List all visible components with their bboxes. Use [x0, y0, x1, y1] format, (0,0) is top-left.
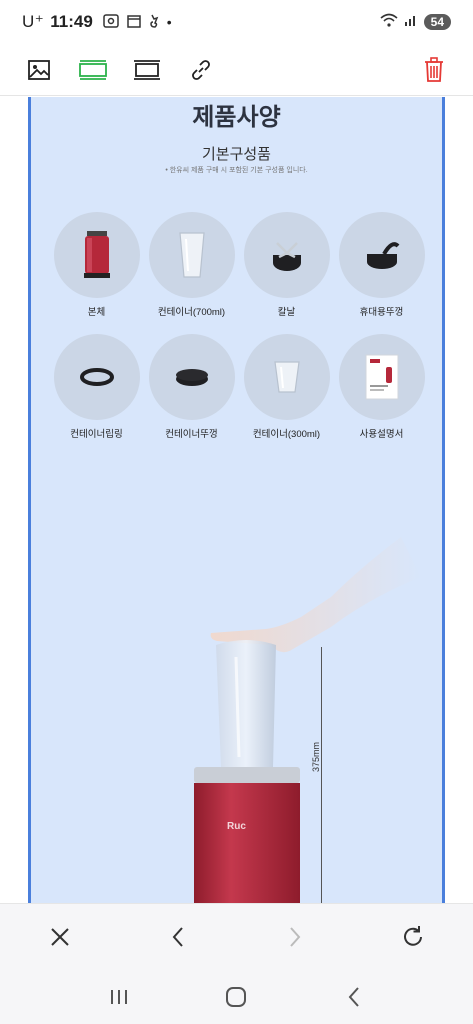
component-item: 본체 [49, 212, 144, 320]
section-subtitle: 기본구성품 [201, 146, 271, 163]
product-spec-image: 제품사양 기본구성품 • 한유씨 제품 구매 시 포함된 기본 구성품 입니다.… [28, 97, 445, 903]
component-item: 컨테이너립링 [49, 334, 144, 442]
image-viewer[interactable]: 제품사양 기본구성품 • 한유씨 제품 구매 시 포함된 기본 구성품 입니다.… [0, 97, 473, 903]
component-label: 칼날 [277, 307, 296, 318]
screenshot-icon [103, 13, 119, 31]
blender-illustration: Ruc [194, 537, 421, 903]
wifi-icon [380, 12, 398, 32]
trash-icon[interactable] [417, 53, 451, 87]
component-label: 컨테이너(700ml) [157, 307, 226, 318]
lip-ring-icon [53, 334, 140, 420]
fit-width-icon[interactable] [76, 53, 110, 87]
component-item: 컨테이너(300ml) [239, 334, 334, 442]
back-nav-icon[interactable] [332, 975, 376, 1019]
component-label: 컨테이너뚜껑 [165, 429, 218, 440]
component-label: 휴대용뚜껑 [359, 307, 404, 318]
more-dot-icon: • [166, 14, 172, 30]
calendar-icon [127, 14, 141, 31]
battery-indicator: 54 [423, 14, 451, 30]
component-item: 휴대용뚜껑 [334, 212, 429, 320]
section-note: • 한유씨 제품 구매 시 포함된 기본 구성품 입니다. [165, 167, 308, 174]
component-label: 컨테이너(300ml) [252, 429, 321, 440]
close-icon[interactable] [38, 915, 82, 959]
status-bar: U⁺ 11:49 • 54 [0, 0, 473, 44]
component-item: 컨테이너뚜껑 [144, 334, 239, 442]
image-icon[interactable] [22, 53, 56, 87]
notification-icons: • [103, 13, 172, 31]
height-dimension-label: 375mm [311, 741, 321, 772]
dimension-line [321, 647, 322, 903]
page-title: 제품사양 [192, 104, 281, 131]
clock: 11:49 [50, 12, 93, 31]
back-icon[interactable] [156, 915, 200, 959]
components-grid: 본체 컨테이너(700ml) 칼날 휴대용뚜껑 컨테이너립링 컨테이너뚜껑 컨테… [49, 212, 429, 442]
container-large-icon [148, 212, 235, 298]
product-hero-image: Ruc 375mm [31, 517, 442, 903]
component-item: 사용설명서 [334, 334, 429, 442]
component-item: 칼날 [239, 212, 334, 320]
refresh-icon[interactable] [391, 915, 435, 959]
blender-base-icon [53, 212, 140, 298]
brand-mark: Ruc [227, 821, 246, 832]
container-small-icon [243, 334, 330, 420]
portable-lid-icon [338, 212, 425, 298]
blade-icon [243, 212, 330, 298]
signal-icon [404, 12, 418, 32]
browser-bottom-bar [0, 903, 473, 970]
system-nav-bar [0, 970, 473, 1024]
viewer-toolbar [0, 44, 473, 96]
app-notification-icon [149, 14, 159, 31]
recent-apps-icon[interactable] [97, 975, 141, 1019]
home-icon[interactable] [214, 975, 258, 1019]
container-lid-icon [148, 334, 235, 420]
forward-icon[interactable] [273, 915, 317, 959]
component-label: 본체 [87, 307, 106, 318]
system-icons: 54 [380, 12, 451, 32]
component-item: 컨테이너(700ml) [144, 212, 239, 320]
fit-page-icon[interactable] [130, 53, 164, 87]
link-icon[interactable] [184, 53, 218, 87]
carrier-label: U⁺ [22, 12, 45, 31]
manual-icon [338, 334, 425, 420]
component-label: 사용설명서 [359, 429, 404, 440]
component-label: 컨테이너립링 [70, 429, 123, 440]
